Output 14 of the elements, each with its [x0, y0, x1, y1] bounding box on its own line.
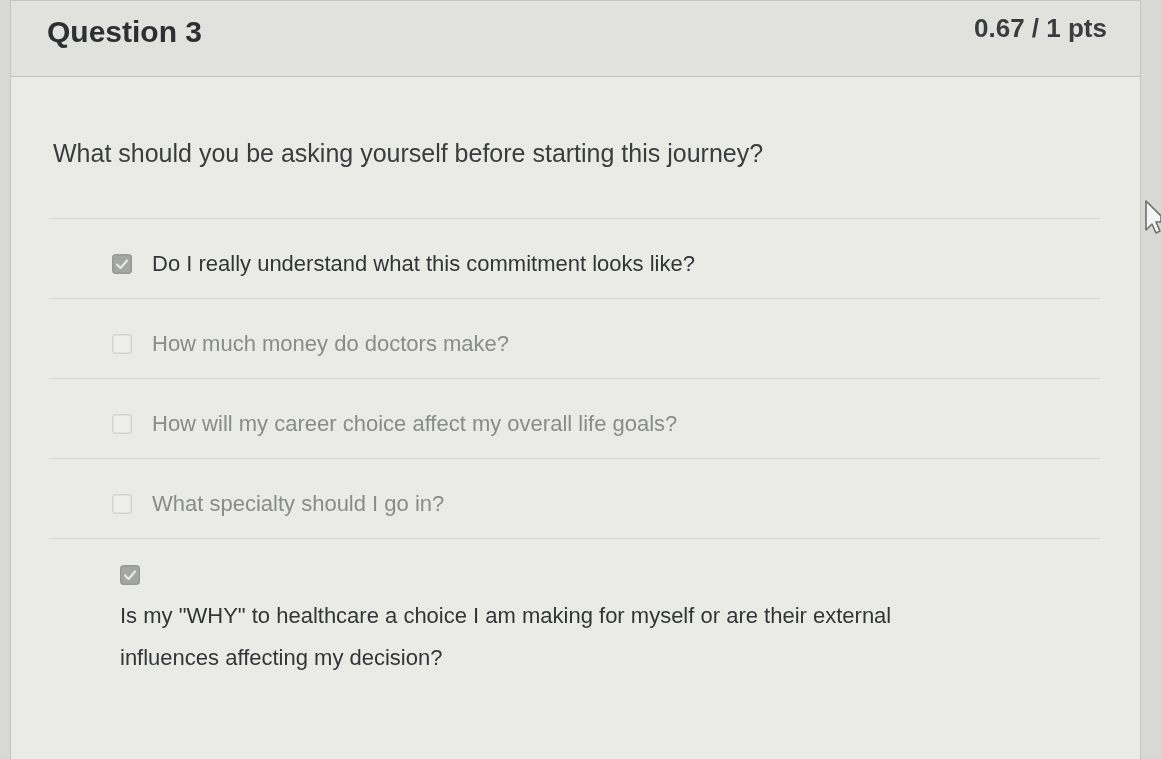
answer-label: Do I really understand what this commitment looks like?: [152, 250, 695, 277]
answer-label: What specialty should I go in?: [152, 490, 445, 517]
checkbox[interactable]: [112, 493, 132, 514]
answer-label: Is my "WHY" to healthcare a choice I am making for myself or are their external influences affecting my decision?: [120, 602, 893, 672]
question-text: What should you be asking yourself before starting this journey?: [53, 139, 765, 168]
checkbox[interactable]: [112, 253, 132, 274]
checkbox[interactable]: [112, 413, 132, 434]
score-text: 0.67 / 1 pts: [974, 13, 1107, 44]
answer-label: How much money do doctors make?: [152, 330, 510, 357]
mouse-pointer-icon: [1144, 200, 1161, 234]
checkbox[interactable]: [120, 565, 140, 585]
question-title: Question 3: [47, 15, 203, 49]
answer-label: How will my career choice affect my overall life goals?: [152, 410, 678, 437]
checkbox[interactable]: [112, 333, 132, 354]
